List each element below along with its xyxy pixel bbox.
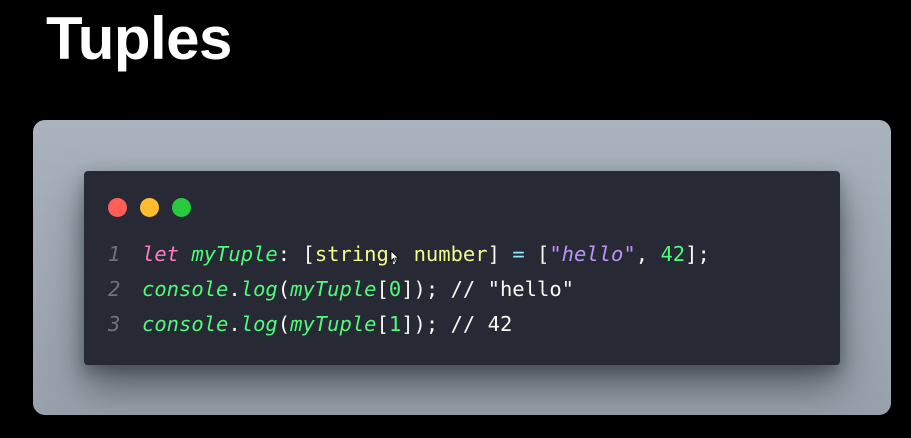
string-literal: "hello" (549, 242, 636, 266)
colon: : (277, 242, 291, 266)
argument: myTuple (290, 277, 377, 301)
type-number: number (413, 242, 488, 266)
dot: . (228, 277, 241, 301)
bracket: [ (376, 277, 389, 301)
bracket: [ (376, 312, 389, 336)
window-controls (108, 198, 191, 217)
equals-operator: = (512, 242, 525, 266)
code-line-3: 3 console.log(myTuple[1]); // 42 (108, 307, 710, 342)
close-dot-icon[interactable] (108, 198, 127, 217)
code-line-2: 2 console.log(myTuple[0]); // "hello" (108, 272, 710, 307)
close-bracket-semicolon: ]; (685, 242, 710, 266)
comma: , (635, 242, 649, 266)
bracket: [ (302, 242, 315, 266)
argument: myTuple (290, 312, 377, 336)
variable-name: myTuple (191, 242, 278, 266)
number-literal: 42 (660, 242, 686, 266)
index-literal: 0 (388, 277, 402, 301)
console-object: console (142, 277, 229, 301)
line-number: 1 (108, 242, 121, 266)
keyword-let: let (142, 242, 180, 266)
code-window: 1 let myTuple: [string, number] = ["hello… (84, 171, 840, 365)
console-object: console (142, 312, 229, 336)
line-number: 3 (108, 312, 121, 336)
log-method: log (240, 312, 278, 336)
paren: ( (277, 277, 291, 301)
comment: // "hello" (450, 277, 575, 301)
log-method: log (240, 277, 278, 301)
bracket: ] (487, 242, 500, 266)
line-number: 2 (108, 277, 121, 301)
minimize-dot-icon[interactable] (140, 198, 159, 217)
close-punct: ]); (401, 312, 439, 336)
bracket: [ (537, 242, 550, 266)
paren: ( (277, 312, 291, 336)
maximize-dot-icon[interactable] (172, 198, 191, 217)
slide: Tuples 1 let myTuple: [string, number] = … (0, 0, 911, 438)
code-line-1: 1 let myTuple: [string, number] = ["hello… (108, 237, 710, 272)
dot: . (228, 312, 241, 336)
close-punct: ]); (401, 277, 439, 301)
index-literal: 1 (388, 312, 402, 336)
code-block: 1 let myTuple: [string, number] = ["hello… (108, 237, 710, 342)
slide-title: Tuples (46, 5, 232, 72)
comment: // 42 (450, 312, 513, 336)
mouse-cursor-icon (390, 250, 400, 264)
type-string: string (314, 242, 389, 266)
